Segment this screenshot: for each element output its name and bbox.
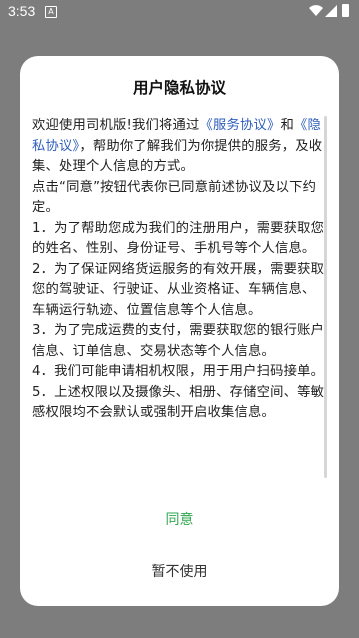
- wifi-icon: [309, 5, 323, 17]
- intro-paragraph: 欢迎使用司机版!我们将通过《服务协议》和《隐私协议》，帮助你了解我们为你提供的服…: [32, 116, 325, 178]
- agree-button[interactable]: 同意: [20, 504, 339, 536]
- a-notification-icon: A: [45, 6, 57, 18]
- intro-prefix: 欢迎使用司机版!我们将通过: [32, 118, 200, 133]
- list-item: 4．我们可能申请相机权限，用于用户扫码接单。: [32, 364, 325, 379]
- status-bar: 3:53 A: [0, 0, 359, 24]
- intro-and: 和: [280, 118, 294, 133]
- battery-icon: [342, 4, 349, 17]
- privacy-dialog: 用户隐私协议 欢迎使用司机版!我们将通过《服务协议》和《隐私协议》，帮助你了解我…: [20, 56, 339, 606]
- dialog-title: 用户隐私协议: [132, 79, 226, 97]
- service-agreement-link[interactable]: 《服务协议》: [200, 118, 281, 133]
- decline-button[interactable]: 暂不使用: [20, 556, 339, 588]
- list-item: 2．为了保证网络货运服务的有效开展，需要获取您的驾驶证、行驶证、从业资格证、车辆…: [32, 261, 325, 318]
- dialog-body: 欢迎使用司机版!我们将通过《服务协议》和《隐私协议》，帮助你了解我们为你提供的服…: [32, 116, 325, 536]
- scrollbar[interactable]: [324, 116, 327, 478]
- status-time: 3:53: [8, 3, 36, 19]
- list-item: 3．为了完成运费的支付，需要获取您的银行账户信息、订单信息、交易状态等个人信息。: [32, 323, 325, 359]
- list-item: 1．为了帮助您成为我们的注册用户，需要获取您的姓名、性别、身份证号、手机号等个人…: [32, 220, 325, 257]
- list-item: 5．上述权限以及摄像头、相册、存储空间、等敏感权限均不会默认或强制开启收集信息。: [32, 384, 325, 421]
- signal-icon: [325, 5, 337, 17]
- consent-note: 点击“同意”按钮代表你已同意前述协议及以下约定。: [32, 179, 317, 216]
